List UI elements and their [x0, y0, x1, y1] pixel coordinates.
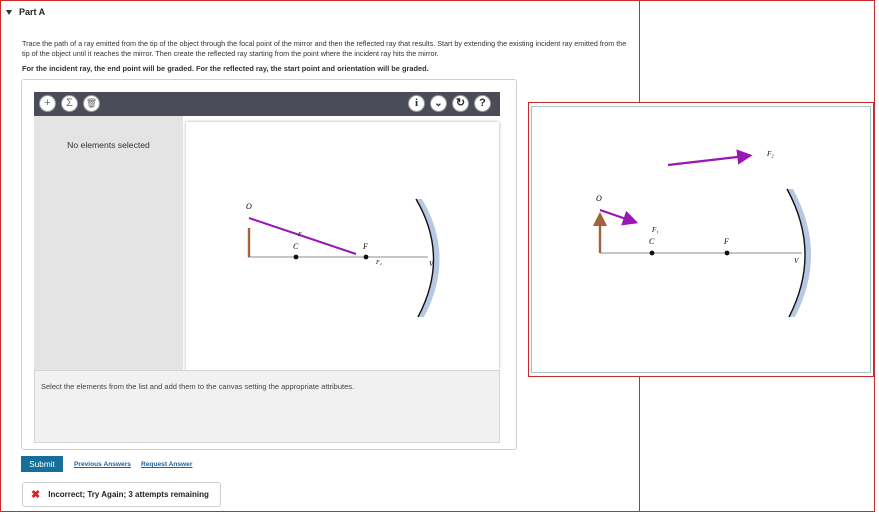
trash-icon[interactable]: 🗑: [83, 95, 100, 112]
element-sidebar: No elements selected: [34, 116, 183, 370]
reset-icon[interactable]: ↻: [452, 95, 469, 112]
focus-label: F: [362, 242, 368, 251]
feedback-box: ✖ Incorrect; Try Again; 3 attempts remai…: [22, 482, 221, 507]
previous-answers-link[interactable]: Previous Answers: [74, 461, 131, 468]
incorrect-x-icon: ✖: [31, 489, 41, 501]
help-icon[interactable]: ?: [474, 95, 491, 112]
object-label: O: [246, 202, 252, 211]
drawing-toolbar: + Σ 🗑 i ⌄ ↻ ?: [34, 92, 500, 116]
incident-ray[interactable]: [248, 217, 357, 255]
feedback-message: Incorrect; Try Again; 3 attempts remaini…: [48, 490, 209, 499]
ref-focus-label: F: [723, 237, 729, 246]
f2-label: F₂: [375, 260, 382, 266]
vertex-label: V: [429, 260, 434, 268]
reference-diagram: O C F₁ F F₂ V: [592, 149, 812, 318]
ref-center-point: [649, 250, 655, 256]
chevron-down-icon[interactable]: ⌄: [430, 95, 447, 112]
ref-focal-point: [724, 250, 730, 256]
ref-object-label: O: [596, 194, 602, 203]
request-answer-link[interactable]: Request Answer: [141, 461, 192, 468]
focal-point: [363, 254, 369, 260]
ref-incident-ray: [599, 208, 639, 226]
canvas-hint: Select the elements from the list and ad…: [41, 382, 355, 391]
ref-f1-label: F₁: [651, 226, 659, 234]
collapse-caret-icon[interactable]: [6, 9, 12, 15]
center-label: C: [293, 242, 299, 251]
instruction-area: Select the elements from the list and ad…: [34, 370, 500, 443]
ref-f2-label: F₂: [766, 150, 774, 158]
part-title: Part A: [19, 7, 46, 17]
mirror-diagram: O C F F F₂ V: [246, 198, 440, 318]
f1-label: F: [297, 232, 302, 238]
selection-status: No elements selected: [67, 140, 150, 150]
drawing-canvas[interactable]: O C F F F₂ V: [186, 122, 499, 370]
info-icon[interactable]: i: [408, 95, 425, 112]
center-point: [293, 254, 299, 260]
mirror-back-shading: [416, 199, 440, 317]
ref-reflected-ray: [667, 149, 753, 167]
plus-icon[interactable]: +: [39, 95, 56, 112]
reference-image: O C F₁ F F₂ V: [531, 106, 871, 373]
part-header[interactable]: Part A: [6, 7, 45, 17]
ref-center-label: C: [649, 237, 655, 246]
submit-button[interactable]: Submit: [21, 456, 63, 472]
question-instructions: Trace the path of a ray emitted from the…: [22, 39, 627, 58]
sigma-icon[interactable]: Σ: [61, 95, 78, 112]
grading-note: For the incident ray, the end point will…: [22, 64, 429, 73]
ref-vertex-label: V: [794, 257, 799, 265]
